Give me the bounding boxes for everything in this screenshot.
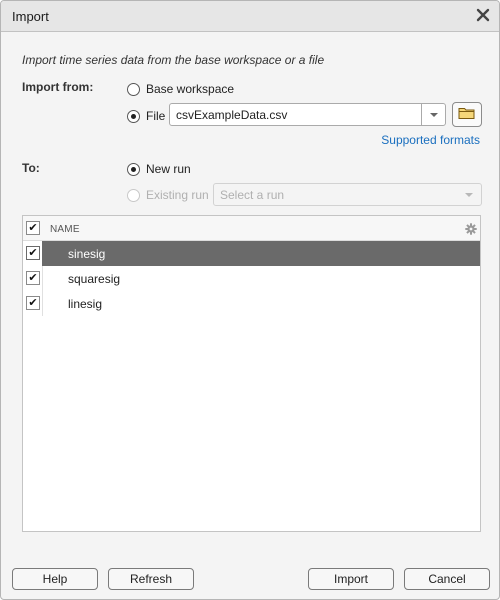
chevron-down-icon xyxy=(457,184,481,205)
signal-name: squaresig xyxy=(68,272,121,286)
table-header: ✔ NAME xyxy=(23,216,480,241)
checkbox-cell: ✔ xyxy=(23,291,43,316)
radio-base-workspace[interactable]: Base workspace xyxy=(127,82,234,96)
to-label: To: xyxy=(22,161,40,175)
gear-icon[interactable] xyxy=(465,223,477,235)
folder-icon xyxy=(458,106,476,123)
radio-existing-run: Existing run xyxy=(127,188,209,202)
radio-label: New run xyxy=(146,162,191,176)
select-all-checkbox[interactable]: ✔ xyxy=(26,221,40,235)
radio-label: File xyxy=(146,109,166,123)
table-row[interactable]: ✔ sinesig xyxy=(23,241,480,266)
cancel-button[interactable]: Cancel xyxy=(404,568,490,590)
table-row[interactable]: ✔ linesig xyxy=(23,291,480,316)
description-text: Import time series data from the base wo… xyxy=(22,53,325,67)
radio-file[interactable]: File xyxy=(127,109,165,123)
radio-label: Existing run xyxy=(146,188,209,202)
checkbox-cell: ✔ xyxy=(23,241,43,266)
run-select: Select a run xyxy=(213,183,482,206)
browse-button[interactable] xyxy=(452,102,482,127)
file-combobox[interactable]: csvExampleData.csv xyxy=(169,103,446,126)
file-value[interactable]: csvExampleData.csv xyxy=(170,108,421,122)
table-row[interactable]: ✔ squaresig xyxy=(23,266,480,291)
row-checkbox[interactable]: ✔ xyxy=(26,271,40,285)
signal-name: linesig xyxy=(68,297,103,311)
supported-formats-link[interactable]: Supported formats xyxy=(381,133,480,147)
refresh-button[interactable]: Refresh xyxy=(108,568,194,590)
import-dialog: Import Import time series data from the … xyxy=(0,0,500,600)
run-select-placeholder: Select a run xyxy=(220,187,285,202)
radio-label: Base workspace xyxy=(146,82,235,96)
row-checkbox[interactable]: ✔ xyxy=(26,246,40,260)
import-from-label: Import from: xyxy=(22,80,94,94)
help-button[interactable]: Help xyxy=(12,568,98,590)
chevron-down-icon[interactable] xyxy=(421,104,445,125)
dialog-title: Import xyxy=(12,9,49,24)
radio-button xyxy=(127,188,140,202)
radio-button[interactable] xyxy=(127,109,140,123)
close-icon[interactable] xyxy=(476,8,490,22)
import-button[interactable]: Import xyxy=(308,568,394,590)
signal-name: sinesig xyxy=(68,247,106,261)
row-checkbox[interactable]: ✔ xyxy=(26,296,40,310)
title-bar: Import xyxy=(1,1,499,32)
radio-button[interactable] xyxy=(127,82,140,96)
column-header-name[interactable]: NAME xyxy=(50,224,80,235)
radio-new-run[interactable]: New run xyxy=(127,162,191,176)
checkbox-cell: ✔ xyxy=(23,266,43,291)
radio-button[interactable] xyxy=(127,162,140,176)
signals-table: ✔ NAME ✔ sinesig ✔ squaresig ✔ linesig xyxy=(22,215,481,532)
